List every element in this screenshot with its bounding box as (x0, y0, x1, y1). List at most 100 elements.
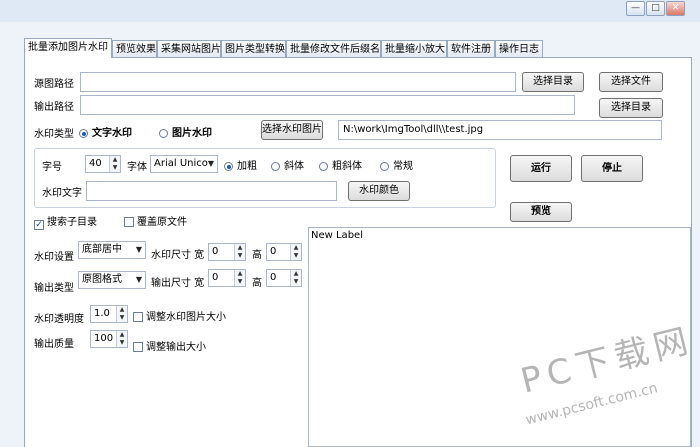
watermark-size-width-label: 水印尺寸 宽 (151, 250, 205, 261)
radio-checked-icon (79, 129, 88, 138)
font-size-spinner[interactable]: 40 ▲ ▼ (85, 155, 121, 173)
watermark-color-button[interactable]: 水印颜色 (348, 181, 410, 201)
checkbox-unchecked-icon (133, 312, 143, 322)
adjust-output-size-checkbox[interactable]: 调整输出大小 (133, 338, 206, 353)
watermark-type-label: 水印类型 (34, 129, 74, 140)
tab-register[interactable]: 软件注册 (447, 40, 495, 57)
output-height-spinner[interactable]: 0 ▲ ▼ (266, 269, 302, 287)
text-watermark-radio[interactable]: 文字水印 (79, 124, 132, 139)
source-path-input[interactable] (80, 72, 516, 92)
quality-label: 输出质量 (34, 339, 74, 350)
checkbox-unchecked-icon (124, 217, 134, 227)
style-italic-radio[interactable]: 斜体 (271, 157, 304, 172)
style-italic-label: 斜体 (284, 161, 304, 172)
watermark-image-path-input[interactable]: N:\work\ImgTool\dll\\test.jpg (338, 120, 662, 140)
output-path-label: 输出路径 (34, 102, 74, 113)
style-bold-label: 加粗 (237, 161, 257, 172)
close-button[interactable]: ✕ (666, 1, 685, 16)
watermark-position-value: 底部居中 (82, 244, 122, 255)
output-path-input[interactable] (80, 95, 575, 115)
spinner-arrows-icon[interactable]: ▲ ▼ (290, 270, 301, 286)
select-file-button[interactable]: 选择文件 (599, 72, 663, 92)
output-type-value: 原图格式 (82, 274, 122, 285)
preview-label: New Label (311, 230, 363, 241)
close-icon: ✕ (671, 3, 680, 13)
radio-unchecked-icon (380, 162, 389, 171)
source-path-label: 源图路径 (34, 79, 74, 90)
adjust-watermark-size-label: 调整水印图片大小 (146, 312, 226, 323)
select-output-dir-button[interactable]: 选择目录 (599, 98, 663, 118)
choose-watermark-image-button[interactable]: 选择水印图片 (261, 120, 323, 140)
checkbox-unchecked-icon (133, 342, 143, 352)
tab-collect-images[interactable]: 采集网站图片 (157, 40, 221, 57)
opacity-spinner[interactable]: 1.0 ▲ ▼ (90, 305, 128, 323)
search-subdirs-label: 搜索子目录 (47, 217, 97, 228)
minimize-icon: — (631, 3, 640, 13)
radio-checked-icon (224, 162, 233, 171)
overwrite-label: 覆盖原文件 (137, 217, 187, 228)
spinner-arrows-icon[interactable]: ▲ ▼ (290, 244, 301, 260)
image-watermark-radio[interactable]: 图片水印 (159, 124, 212, 139)
opacity-label: 水印透明度 (34, 314, 84, 325)
quality-value: 100 (94, 333, 114, 344)
font-family-label: 字体 (127, 162, 147, 173)
watermark-height-value: 0 (270, 246, 277, 257)
watermark-position-label: 水印设置 (34, 252, 74, 263)
quality-spinner[interactable]: 100 ▲ ▼ (90, 330, 128, 348)
spinner-arrows-icon[interactable]: ▲ ▼ (234, 244, 245, 260)
minimize-button[interactable]: — (626, 1, 645, 16)
preview-button[interactable]: 预览 (510, 202, 572, 222)
adjust-output-size-label: 调整输出大小 (146, 342, 206, 353)
tab-resize[interactable]: 批量缩小放大 (381, 40, 447, 57)
watermark-width-spinner[interactable]: 0 ▲ ▼ (208, 243, 246, 261)
output-type-label: 输出类型 (34, 283, 74, 294)
radio-unchecked-icon (319, 162, 328, 171)
spinner-arrows-icon[interactable]: ▲ ▼ (116, 306, 127, 322)
opacity-value: 1.0 (94, 308, 110, 319)
text-watermark-label: 文字水印 (92, 128, 132, 139)
font-family-value: Arial Unico (154, 158, 208, 169)
font-size-label: 字号 (42, 162, 62, 173)
watermark-text-input[interactable] (86, 181, 337, 201)
select-dir-button[interactable]: 选择目录 (522, 72, 584, 92)
watermark-height-label: 高 (252, 250, 262, 261)
tab-batch-watermark[interactable]: 批量添加图片水印 (24, 38, 112, 58)
radio-unchecked-icon (159, 129, 168, 138)
image-watermark-label: 图片水印 (172, 128, 212, 139)
title-bar: — □ ✕ (0, 0, 700, 22)
tab-rename-suffix[interactable]: 批量修改文件后缀名 (286, 40, 381, 57)
spinner-arrows-icon[interactable]: ▲ ▼ (109, 156, 120, 172)
output-height-value: 0 (270, 272, 277, 283)
search-subdirs-checkbox[interactable]: ✓ 搜索子目录 (34, 213, 97, 230)
output-width-value: 0 (212, 272, 219, 283)
watermark-height-spinner[interactable]: 0 ▲ ▼ (266, 243, 302, 261)
style-bold-italic-radio[interactable]: 粗斜体 (319, 157, 362, 172)
tab-log[interactable]: 操作日志 (495, 40, 543, 57)
spinner-arrows-icon[interactable]: ▲ ▼ (116, 331, 127, 347)
style-regular-label: 常规 (393, 161, 413, 172)
watermark-position-select[interactable]: 底部居中 ▼ (78, 241, 146, 259)
adjust-watermark-size-checkbox[interactable]: 调整水印图片大小 (133, 308, 226, 323)
tab-preview-effect[interactable]: 预览效果 (112, 40, 157, 57)
radio-unchecked-icon (271, 162, 280, 171)
output-type-select[interactable]: 原图格式 ▼ (78, 271, 146, 289)
chevron-down-icon: ▼ (135, 275, 142, 284)
watermark-text-label: 水印文字 (42, 188, 82, 199)
checkbox-checked-icon: ✓ (34, 220, 44, 230)
output-height-label: 高 (252, 278, 262, 289)
watermark-width-value: 0 (212, 246, 219, 257)
restore-icon: □ (651, 3, 660, 13)
overwrite-checkbox[interactable]: 覆盖原文件 (124, 213, 187, 228)
chevron-down-icon: ▼ (207, 159, 214, 168)
font-family-select[interactable]: Arial Unico ▼ (150, 155, 218, 173)
style-bold-radio[interactable]: 加粗 (224, 157, 257, 172)
style-regular-radio[interactable]: 常规 (380, 157, 413, 172)
font-size-value: 40 (89, 158, 102, 169)
run-button[interactable]: 运行 (510, 155, 572, 182)
restore-button[interactable]: □ (646, 1, 665, 16)
stop-button[interactable]: 停止 (581, 155, 643, 182)
output-size-width-label: 输出尺寸 宽 (151, 278, 205, 289)
spinner-arrows-icon[interactable]: ▲ ▼ (234, 270, 245, 286)
output-width-spinner[interactable]: 0 ▲ ▼ (208, 269, 246, 287)
tab-type-convert[interactable]: 图片类型转换 (221, 40, 286, 57)
